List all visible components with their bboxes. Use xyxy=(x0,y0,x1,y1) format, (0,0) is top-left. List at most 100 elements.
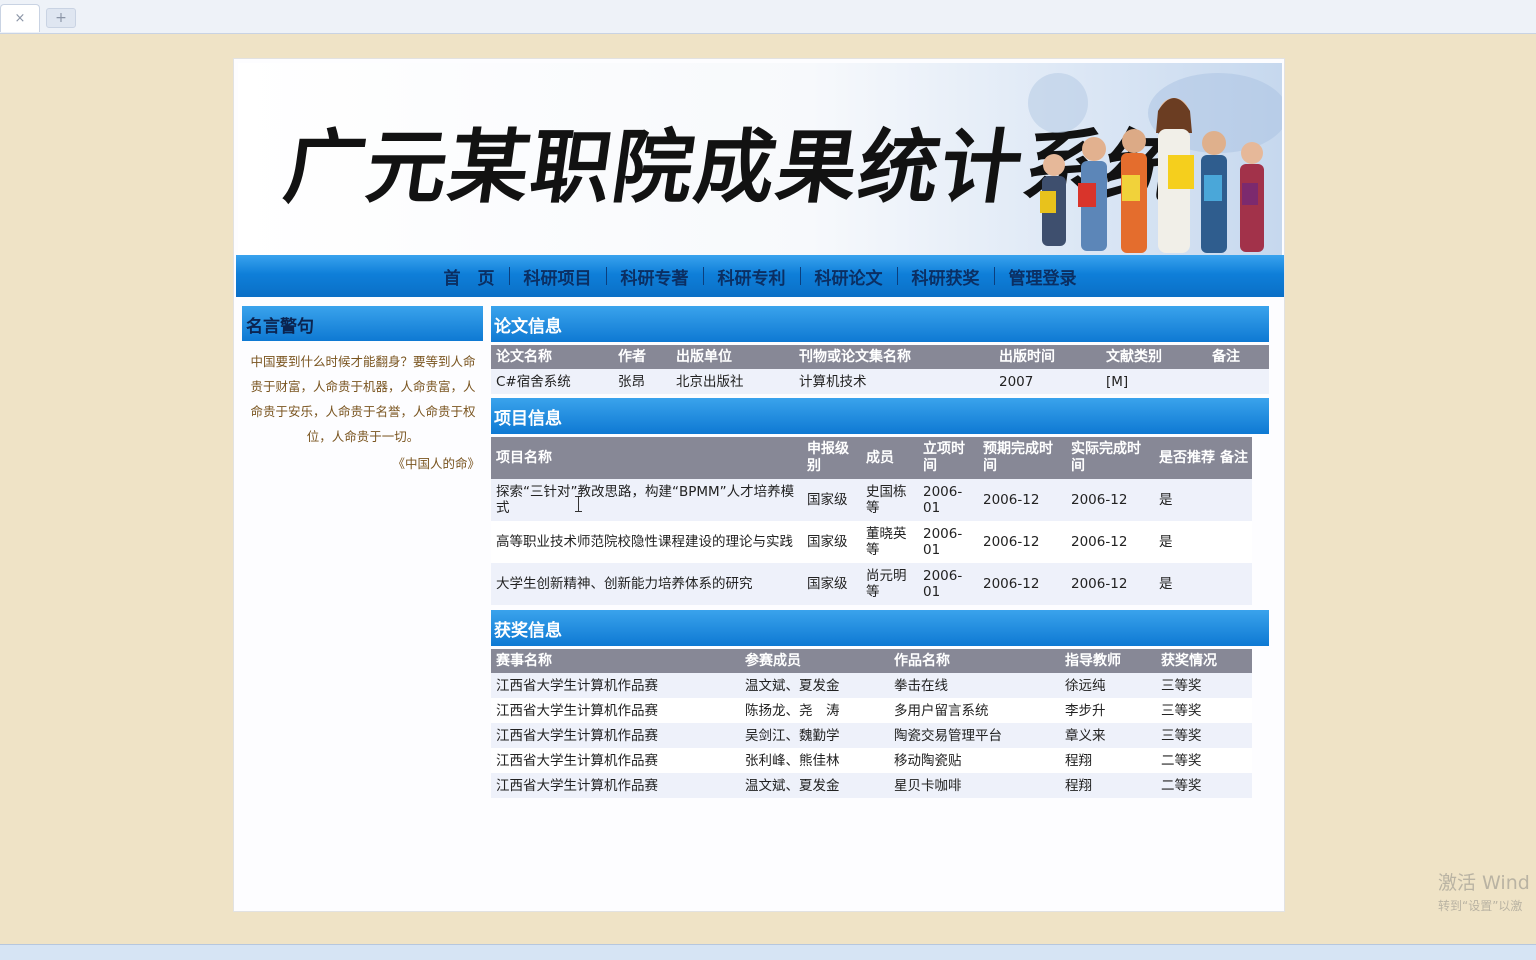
cell: 高等职业技术师范院校隐性课程建设的理论与实践 xyxy=(491,521,802,563)
table-header-row: 赛事名称 参赛成员 作品名称 指导教师 获奖情况 xyxy=(491,649,1252,673)
page-container: 广元某职院成果统计系统 首 页 科研项目 科研专著 科研专利 科研论文 科研获奖… xyxy=(233,58,1285,912)
table-row[interactable]: 江西省大学生计算机作品赛 张利峰、熊佳林 移动陶瓷贴 程翔 二等奖 xyxy=(491,748,1252,773)
col-journal: 刊物或论文集名称 xyxy=(794,345,994,369)
cell: 三等奖 xyxy=(1156,698,1252,723)
cell: 2006-01 xyxy=(918,563,978,605)
cell xyxy=(1207,369,1269,394)
cell: 江西省大学生计算机作品赛 xyxy=(491,748,740,773)
col-recommended: 是否推荐 xyxy=(1154,437,1215,479)
cell: 陶瓷交易管理平台 xyxy=(889,723,1060,748)
table-header-row: 论文名称 作者 出版单位 刊物或论文集名称 出版时间 文献类别 备注 xyxy=(491,345,1269,369)
cell: 探索“三针对”教改思路，构建“BPMM”人才培养模式 xyxy=(491,479,802,521)
cell: 张昂 xyxy=(613,369,671,394)
cell: 2006-01 xyxy=(918,521,978,563)
cell: 三等奖 xyxy=(1156,723,1252,748)
col-advisor: 指导教师 xyxy=(1060,649,1156,673)
awards-table: 赛事名称 参赛成员 作品名称 指导教师 获奖情况 江西省大学生计算机作品赛 温文… xyxy=(491,649,1252,798)
table-row[interactable]: 探索“三针对”教改思路，构建“BPMM”人才培养模式 国家级 史国栋等 2006… xyxy=(491,479,1252,521)
new-tab-button[interactable]: + xyxy=(46,8,76,28)
sidebar-title: 名言警句 xyxy=(242,306,483,341)
cell: 二等奖 xyxy=(1156,748,1252,773)
col-expected-end: 预期完成时间 xyxy=(978,437,1066,479)
col-paper-name: 论文名称 xyxy=(491,345,613,369)
cell: 江西省大学生计算机作品赛 xyxy=(491,673,740,698)
cell: 国家级 xyxy=(802,563,861,605)
cell xyxy=(1215,563,1252,605)
famous-quote: 中国要到什么时候才能翻身？要等到人命贵于财富，人命贵于机器，人命贵富，人命贵于安… xyxy=(250,354,476,444)
col-start-date: 立项时间 xyxy=(918,437,978,479)
cell: 章义来 xyxy=(1060,723,1156,748)
watermark-line-2: 转到“设置”以激 xyxy=(1438,899,1523,913)
table-row[interactable]: 江西省大学生计算机作品赛 温文斌、夏发金 星贝卡咖啡 程翔 二等奖 xyxy=(491,773,1252,798)
cell: 是 xyxy=(1154,563,1215,605)
browser-tab-bar: × + xyxy=(0,0,1536,34)
cell: 国家级 xyxy=(802,479,861,521)
nav-research-papers[interactable]: 科研论文 xyxy=(801,264,897,289)
quote-source: 《中国人的命》 xyxy=(392,456,480,471)
papers-section-title: 论文信息 xyxy=(491,306,1269,342)
cell: 江西省大学生计算机作品赛 xyxy=(491,773,740,798)
cell: 江西省大学生计算机作品赛 xyxy=(491,698,740,723)
nav-research-projects[interactable]: 科研项目 xyxy=(510,264,606,289)
awards-section-title: 获奖信息 xyxy=(491,610,1269,646)
table-row[interactable]: 高等职业技术师范院校隐性课程建设的理论与实践 国家级 董晓英等 2006-01 … xyxy=(491,521,1252,563)
col-project-name: 项目名称 xyxy=(491,437,802,479)
col-competition: 赛事名称 xyxy=(491,649,740,673)
main-navigation: 首 页 科研项目 科研专著 科研专利 科研论文 科研获奖 管理登录 xyxy=(236,255,1284,297)
col-level: 申报级别 xyxy=(802,437,861,479)
os-activation-watermark: 激活 Wind 转到“设置”以激 xyxy=(1438,868,1530,914)
cell: 程翔 xyxy=(1060,748,1156,773)
papers-table: 论文名称 作者 出版单位 刊物或论文集名称 出版时间 文献类别 备注 C#宿舍系… xyxy=(491,345,1269,394)
students-illustration xyxy=(1028,73,1282,253)
close-tab-icon[interactable]: × xyxy=(0,4,40,32)
nav-research-monographs[interactable]: 科研专著 xyxy=(607,264,703,289)
cell: 程翔 xyxy=(1060,773,1156,798)
cell: 徐远纯 xyxy=(1060,673,1156,698)
nav-home[interactable]: 首 页 xyxy=(430,264,509,289)
cell: 拳击在线 xyxy=(889,673,1060,698)
cell: 计算机技术 xyxy=(794,369,994,394)
col-award-level: 获奖情况 xyxy=(1156,649,1252,673)
header-banner: 广元某职院成果统计系统 xyxy=(238,63,1282,255)
table-row[interactable]: 大学生创新精神、创新能力培养体系的研究 国家级 尚元明等 2006-01 200… xyxy=(491,563,1252,605)
cell: 北京出版社 xyxy=(671,369,794,394)
table-row[interactable]: 江西省大学生计算机作品赛 温文斌、夏发金 拳击在线 徐远纯 三等奖 xyxy=(491,673,1252,698)
cell: 温文斌、夏发金 xyxy=(740,673,889,698)
cell: 多用户留言系统 xyxy=(889,698,1060,723)
cell: 2006-12 xyxy=(1066,521,1154,563)
col-members: 成员 xyxy=(861,437,918,479)
cell: 2006-12 xyxy=(1066,563,1154,605)
cell: 是 xyxy=(1154,479,1215,521)
col-remark: 备注 xyxy=(1215,437,1252,479)
cell: 2006-12 xyxy=(978,521,1066,563)
cell: 2006-12 xyxy=(978,563,1066,605)
cell: 国家级 xyxy=(802,521,861,563)
cell: C#宿舍系统 xyxy=(491,369,613,394)
watermark-line-1: 激活 Wind xyxy=(1438,872,1530,894)
nav-research-awards[interactable]: 科研获奖 xyxy=(898,264,994,289)
cell: [M] xyxy=(1101,369,1207,394)
cell: 李步升 xyxy=(1060,698,1156,723)
col-publisher: 出版单位 xyxy=(671,345,794,369)
cell: 移动陶瓷贴 xyxy=(889,748,1060,773)
table-row[interactable]: C#宿舍系统 张昂 北京出版社 计算机技术 2007 [M] xyxy=(491,369,1269,394)
projects-table: 项目名称 申报级别 成员 立项时间 预期完成时间 实际完成时间 是否推荐 备注 … xyxy=(491,437,1252,605)
cell: 二等奖 xyxy=(1156,773,1252,798)
col-author: 作者 xyxy=(613,345,671,369)
cell: 2006-12 xyxy=(978,479,1066,521)
table-row[interactable]: 江西省大学生计算机作品赛 陈扬龙、尧 涛 多用户留言系统 李步升 三等奖 xyxy=(491,698,1252,723)
cell: 尚元明等 xyxy=(861,563,918,605)
col-remark: 备注 xyxy=(1207,345,1269,369)
cell: 2006-12 xyxy=(1066,479,1154,521)
cell xyxy=(1215,479,1252,521)
cell: 三等奖 xyxy=(1156,673,1252,698)
table-row[interactable]: 江西省大学生计算机作品赛 吴剑江、魏勤学 陶瓷交易管理平台 章义来 三等奖 xyxy=(491,723,1252,748)
nav-admin-login[interactable]: 管理登录 xyxy=(995,264,1091,289)
col-work-name: 作品名称 xyxy=(889,649,1060,673)
projects-section-title: 项目信息 xyxy=(491,398,1269,434)
col-actual-end: 实际完成时间 xyxy=(1066,437,1154,479)
nav-research-patents[interactable]: 科研专利 xyxy=(704,264,800,289)
col-pub-date: 出版时间 xyxy=(994,345,1101,369)
cell: 是 xyxy=(1154,521,1215,563)
cell: 温文斌、夏发金 xyxy=(740,773,889,798)
